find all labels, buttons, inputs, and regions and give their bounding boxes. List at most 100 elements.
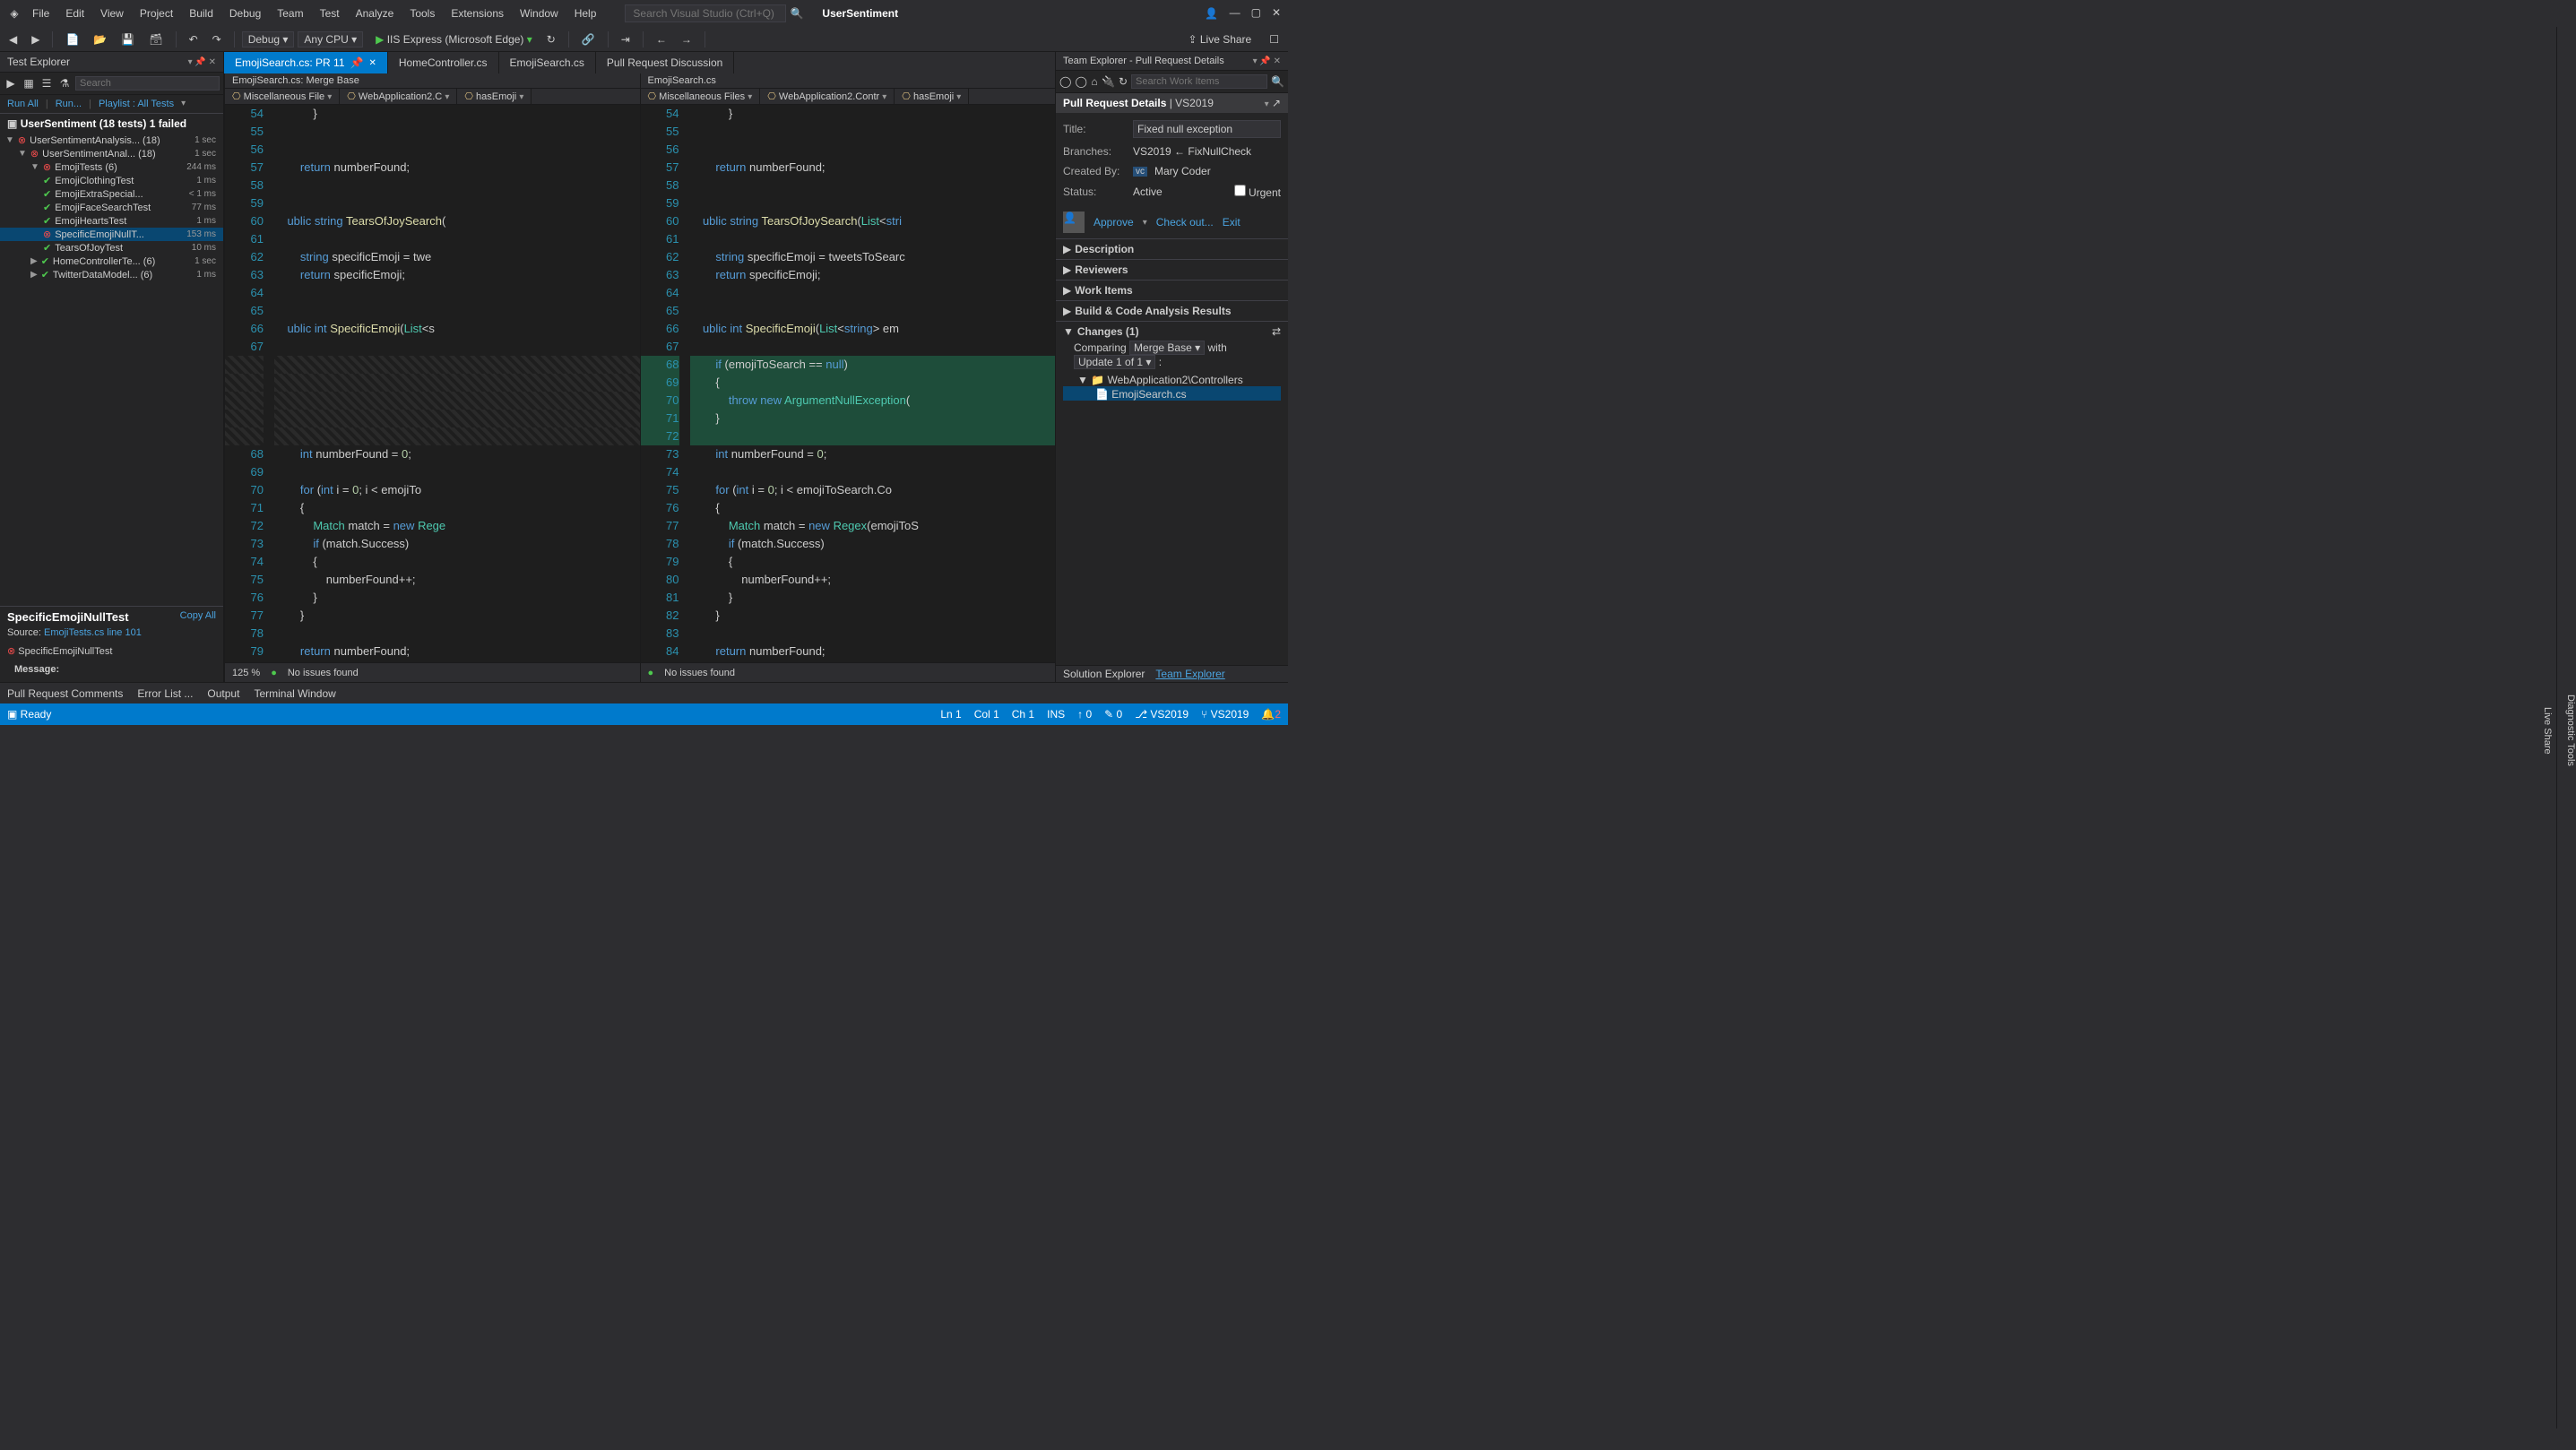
pr-section[interactable]: ▶Work Items [1056,280,1288,300]
test-search-input[interactable] [75,76,220,91]
doc-tab[interactable]: EmojiSearch.cs: PR 11 📌 ✕ [224,52,388,73]
pin-icon[interactable]: 📌 [194,57,205,67]
output-tab[interactable]: Output [207,687,239,700]
step-icon[interactable]: ⇥ [616,31,635,47]
exit-button[interactable]: Exit [1223,216,1240,229]
status-repo[interactable]: ⎇ VS2019 [1135,708,1189,721]
menu-extensions[interactable]: Extensions [444,4,511,23]
status-branch[interactable]: ⑂ VS2019 [1201,708,1249,721]
test-tree[interactable]: ▼ ⊗ UserSentimentAnalysis... (18)1 sec▼ … [0,134,223,606]
tab-team-explorer[interactable]: Team Explorer [1155,668,1224,680]
test-row[interactable]: ▼ ⊗ UserSentimentAnal... (18)1 sec [0,147,223,160]
work-item-search[interactable] [1131,74,1267,89]
group-icon[interactable]: ▦ [22,76,36,91]
save-all-icon[interactable]: 🗃 [143,31,168,47]
nav-combo[interactable]: ⎔ Miscellaneous Files ▾ [641,89,761,104]
search-icon[interactable]: 🔍 [1271,74,1284,89]
home-icon[interactable]: ⌂ [1091,74,1098,89]
compare-base-dropdown[interactable]: Merge Base ▾ [1129,341,1205,355]
doc-tab[interactable]: Pull Request Discussion [596,52,734,73]
left-nav-bar[interactable]: ⎔ Miscellaneous File ▾⎔ WebApplication2.… [225,89,640,105]
new-project-icon[interactable]: 📄 [60,31,84,47]
doc-tab[interactable]: EmojiSearch.cs [499,52,596,73]
update-dropdown[interactable]: Update 1 of 1 ▾ [1074,355,1155,369]
source-link[interactable]: EmojiTests.cs line 101 [44,627,142,638]
play-icon[interactable]: ▶ [4,76,18,91]
status-push[interactable]: ↑ 0 [1077,708,1092,721]
test-row[interactable]: ▼ ⊗ EmojiTests (6)244 ms [0,160,223,174]
start-button[interactable]: ▶ IIS Express (Microsoft Edge) ▾ [370,31,538,47]
pr-section[interactable]: ▶Build & Code Analysis Results [1056,300,1288,321]
copy-all-link[interactable]: Copy All [180,610,216,624]
menu-help[interactable]: Help [567,4,604,23]
menu-view[interactable]: View [93,4,131,23]
tab-solution-explorer[interactable]: Solution Explorer [1063,668,1145,680]
changed-file[interactable]: 📄 EmojiSearch.cs [1063,386,1281,401]
dropdown-icon[interactable]: ▾ [188,57,193,67]
doc-tab[interactable]: HomeController.cs [388,52,499,73]
user-avatar-icon[interactable]: 👤 [1205,6,1219,21]
menu-analyze[interactable]: Analyze [349,4,402,23]
live-share-tab[interactable]: Live Share [2542,707,2553,755]
diagnostic-tools-tab[interactable]: Diagnostic Tools [2565,695,2576,766]
open-icon[interactable]: 📂 [88,31,112,47]
menu-team[interactable]: Team [270,4,310,23]
test-row[interactable]: ✔ EmojiClothingTest1 ms [0,174,223,187]
close-icon[interactable]: ✕ [209,57,216,67]
filter-icon[interactable]: ⚗ [57,76,72,91]
nav-fwd-icon[interactable]: ▶ [26,31,45,47]
swap-icon[interactable]: ⇄ [1272,325,1281,338]
nav-combo[interactable]: ⎔ hasEmoji ▾ [457,89,532,104]
right-code-area[interactable]: 5455565758596061626364656667686970717273… [641,105,1056,662]
nav-combo[interactable]: ⎔ WebApplication2.C ▾ [340,89,457,104]
status-edit[interactable]: ✎ 0 [1104,708,1122,721]
redo-icon[interactable]: ↷ [207,31,227,47]
output-tab[interactable]: Pull Request Comments [7,687,123,700]
menu-tools[interactable]: Tools [402,4,442,23]
arrow-right-icon[interactable]: → [676,31,697,47]
maximize-button[interactable]: ▢ [1251,6,1261,21]
menu-project[interactable]: Project [133,4,180,23]
menu-debug[interactable]: Debug [222,4,268,23]
pin-icon[interactable]: 📌 [1259,56,1270,66]
output-tab[interactable]: Terminal Window [254,687,335,700]
nav-combo[interactable]: ⎔ WebApplication2.Contr ▾ [760,89,895,104]
test-row[interactable]: ✔ EmojiFaceSearchTest77 ms [0,201,223,214]
test-row[interactable]: ⊗ SpecificEmojiNullT...153 ms [0,228,223,241]
menu-file[interactable]: File [25,4,56,23]
right-nav-bar[interactable]: ⎔ Miscellaneous Files ▾⎔ WebApplication2… [641,89,1056,105]
dropdown-icon[interactable]: ▾ [1253,56,1258,66]
run-all-link[interactable]: Run All [7,99,39,109]
test-row[interactable]: ✔ EmojiHeartsTest1 ms [0,214,223,228]
close-icon[interactable]: ✕ [1274,56,1281,66]
menu-window[interactable]: Window [513,4,566,23]
dropdown-icon[interactable]: ▾ [1265,99,1269,109]
pr-section[interactable]: ▶Description [1056,238,1288,259]
urgent-checkbox[interactable] [1234,185,1246,196]
feedback-icon[interactable]: ☐ [1264,31,1284,47]
fwd-icon[interactable]: ◯ [1075,74,1086,89]
refresh-icon[interactable]: ↻ [1119,74,1128,89]
changed-folder[interactable]: ▼ 📁 WebApplication2\Controllers [1063,372,1281,386]
back-icon[interactable]: ◯ [1059,74,1071,89]
popout-icon[interactable]: ↗ [1272,97,1281,109]
zoom-level[interactable]: 125 % [232,668,260,678]
live-share-button[interactable]: ⇪ Live Share [1179,31,1260,47]
search-icon[interactable]: 🔍 [790,6,804,21]
test-row[interactable]: ▼ ⊗ UserSentimentAnalysis... (18)1 sec [0,134,223,147]
pin-icon[interactable]: 📌 [350,56,364,69]
pr-title-input[interactable] [1133,120,1281,138]
browser-link-icon[interactable]: 🔗 [576,31,601,47]
plug-icon[interactable]: 🔌 [1102,74,1115,89]
nav-back-icon[interactable]: ◀ [4,31,22,47]
test-row[interactable]: ▶ ✔ HomeControllerTe... (6)1 sec [0,255,223,268]
nav-combo[interactable]: ⎔ Miscellaneous File ▾ [225,89,340,104]
test-row[interactable]: ✔ TearsOfJoyTest10 ms [0,241,223,255]
test-row[interactable]: ▶ ✔ TwitterDataModel... (6)1 ms [0,268,223,281]
nav-combo[interactable]: ⎔ hasEmoji ▾ [895,89,969,104]
save-icon[interactable]: 💾 [116,31,140,47]
changes-section[interactable]: ▼Changes (1) ⇄ Comparing Merge Base ▾ wi… [1056,321,1288,404]
list-icon[interactable]: ☰ [39,76,54,91]
undo-icon[interactable]: ↶ [184,31,203,47]
search-vs-input[interactable] [625,4,786,22]
